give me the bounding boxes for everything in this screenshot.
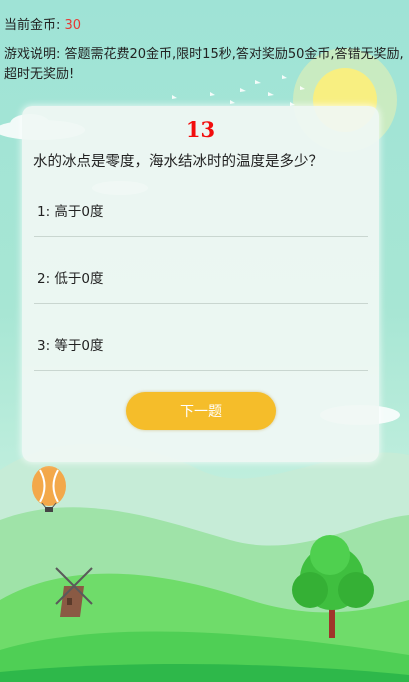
answer-option-2[interactable]: 2: 低于0度 [34,237,368,304]
answer-option-label: 3: 等于0度 [37,338,104,354]
countdown-timer: 13 [185,117,216,142]
coin-balance-label: 当前金币: [4,18,65,33]
quiz-card: 13 水的冰点是零度，海水结冰时的温度是多少？ 1: 高于0度 2: 低于0度 … [22,106,379,462]
game-rules-text: 游戏说明: 答题需花费20金币,限时15秒,答对奖励50金币,答错无奖励,超时无… [4,47,404,82]
answer-option-label: 2: 低于0度 [37,271,104,287]
coin-balance: 当前金币: 30 [4,17,404,35]
coin-balance-value: 30 [64,18,82,33]
answer-option-1[interactable]: 1: 高于0度 [34,170,368,237]
answer-option-3[interactable]: 3: 等于0度 [34,304,368,371]
header: 当前金币: 30 游戏说明: 答题需花费20金币,限时15秒,答对奖励50金币,… [4,17,404,85]
next-question-button[interactable]: 下一题 [126,392,276,430]
question-text: 水的冰点是零度，海水结冰时的温度是多少？ [33,154,323,170]
answer-option-label: 1: 高于0度 [37,204,104,220]
